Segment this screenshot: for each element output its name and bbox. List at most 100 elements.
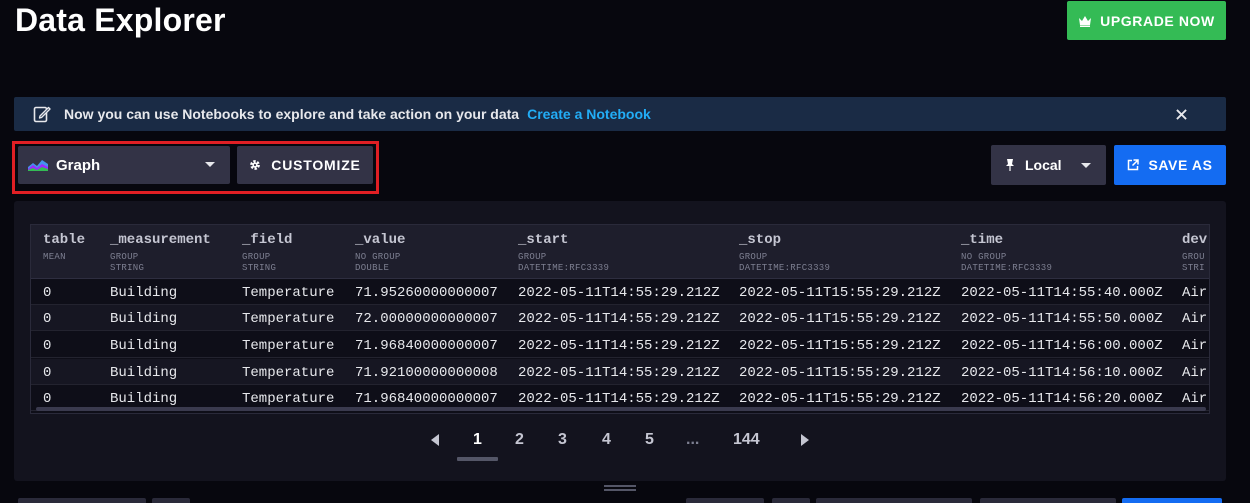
column-type: DATETIME:RFC3339 xyxy=(961,263,1053,273)
customize-label: CUSTOMIZE xyxy=(271,157,361,173)
table-row: 0 Building Temperature 71.92100000000008… xyxy=(31,359,1209,385)
edit-note-icon xyxy=(33,105,51,123)
bottom-control[interactable] xyxy=(816,498,972,503)
column-group: GROUP xyxy=(518,252,547,262)
bottom-control[interactable] xyxy=(686,498,764,503)
table-cell: 71.96840000000007 xyxy=(355,338,498,354)
upgrade-now-button[interactable]: UPGRADE NOW xyxy=(1067,1,1226,40)
column-type: STRING xyxy=(110,263,145,273)
table-cell: 2022-05-11T14:55:50.000Z xyxy=(961,311,1163,327)
column-header[interactable]: dev xyxy=(1182,232,1207,248)
table-cell: 0 xyxy=(43,285,52,301)
table-cell: Air( xyxy=(1182,391,1209,407)
column-group: GROU xyxy=(1182,252,1205,262)
column-group: GROUP xyxy=(242,252,271,262)
table-cell: Building xyxy=(110,365,178,381)
table-cell: Temperature xyxy=(242,365,335,381)
table-cell: 2022-05-11T14:55:29.212Z xyxy=(518,365,720,381)
table-header: table MEAN _measurement GROUP STRING _fi… xyxy=(31,225,1209,279)
column-header[interactable]: table xyxy=(43,232,85,248)
column-type: DOUBLE xyxy=(355,263,390,273)
table-cell: 0 xyxy=(43,391,52,407)
save-as-label: SAVE AS xyxy=(1148,157,1213,173)
column-group: GROUP xyxy=(110,252,139,262)
customize-button[interactable]: CUSTOMIZE xyxy=(237,146,373,184)
pagination: 1 2 3 4 5 ... 144 xyxy=(423,426,823,461)
chevron-down-icon xyxy=(205,162,215,167)
notebooks-banner: Now you can use Notebooks to explore and… xyxy=(14,97,1226,131)
save-as-button[interactable]: SAVE AS xyxy=(1114,145,1226,185)
table-cell: Building xyxy=(110,391,178,407)
bottom-control[interactable] xyxy=(980,498,1116,503)
next-page-icon[interactable] xyxy=(801,434,809,446)
query-builder-tab[interactable] xyxy=(18,498,146,503)
table-cell: 0 xyxy=(43,338,52,354)
submit-button[interactable] xyxy=(1122,498,1222,503)
active-page-indicator xyxy=(457,457,498,461)
table-cell: 2022-05-11T15:55:29.212Z xyxy=(739,311,941,327)
export-icon xyxy=(1127,159,1140,171)
table-cell: 71.96840000000007 xyxy=(355,391,498,407)
column-group: GROUP xyxy=(739,252,768,262)
page-button-3[interactable]: 3 xyxy=(558,431,567,449)
table-cell: 2022-05-11T15:55:29.212Z xyxy=(739,338,941,354)
close-icon[interactable] xyxy=(1173,106,1189,122)
upgrade-now-label: UPGRADE NOW xyxy=(1100,12,1215,29)
column-group: NO GROUP xyxy=(961,252,1007,262)
page-button-last[interactable]: 144 xyxy=(733,431,760,449)
table-row: 0 Building Temperature 71.95260000000007… xyxy=(31,279,1209,305)
column-header[interactable]: _field xyxy=(242,232,292,248)
table-cell: Building xyxy=(110,338,178,354)
page-button-4[interactable]: 4 xyxy=(602,431,611,449)
chevron-down-icon xyxy=(1081,163,1091,168)
previous-page-icon[interactable] xyxy=(431,434,439,446)
column-type: DATETIME:RFC3339 xyxy=(739,263,831,273)
column-header[interactable]: _value xyxy=(355,232,405,248)
table-cell: 2022-05-11T14:56:00.000Z xyxy=(961,338,1163,354)
table-cell: Air( xyxy=(1182,311,1209,327)
table-cell: Air( xyxy=(1182,365,1209,381)
column-type: STRING xyxy=(242,263,277,273)
resize-handle[interactable] xyxy=(604,485,636,491)
column-header[interactable]: _start xyxy=(518,232,568,248)
create-notebook-link[interactable]: Create a Notebook xyxy=(527,106,651,122)
table-cell: 71.95260000000007 xyxy=(355,285,498,301)
raw-data-table[interactable]: table MEAN _measurement GROUP STRING _fi… xyxy=(30,224,1210,414)
table-cell: Temperature xyxy=(242,311,335,327)
editor-tab[interactable] xyxy=(152,498,190,503)
column-type: STRI xyxy=(1182,263,1205,273)
table-cell: 2022-05-11T14:56:20.000Z xyxy=(961,391,1163,407)
bottom-control[interactable] xyxy=(772,498,810,503)
gear-icon xyxy=(249,159,261,171)
horizontal-scrollbar[interactable] xyxy=(36,407,1206,411)
table-row: 0 Building Temperature 71.96840000000007… xyxy=(31,332,1209,358)
table-row: 0 Building Temperature 72.00000000000007… xyxy=(31,305,1209,331)
table-cell: Building xyxy=(110,311,178,327)
column-type: DATETIME:RFC3339 xyxy=(518,263,610,273)
timezone-label: Local xyxy=(1025,157,1062,173)
page-button-1[interactable]: 1 xyxy=(473,431,482,449)
table-cell: 2022-05-11T15:55:29.212Z xyxy=(739,391,941,407)
table-cell: 2022-05-11T14:55:29.212Z xyxy=(518,338,720,354)
table-cell: 0 xyxy=(43,365,52,381)
column-header[interactable]: _stop xyxy=(739,232,781,248)
column-header[interactable]: _time xyxy=(961,232,1003,248)
table-cell: 2022-05-11T15:55:29.212Z xyxy=(739,365,941,381)
visualization-type-dropdown[interactable]: Graph xyxy=(18,146,230,184)
table-cell: Air( xyxy=(1182,285,1209,301)
timezone-dropdown[interactable]: Local xyxy=(991,145,1106,185)
page-button-2[interactable]: 2 xyxy=(515,431,524,449)
table-cell: 2022-05-11T14:55:29.212Z xyxy=(518,391,720,407)
table-cell: 2022-05-11T14:55:40.000Z xyxy=(961,285,1163,301)
graph-icon xyxy=(28,157,48,173)
page-button-5[interactable]: 5 xyxy=(645,431,654,449)
column-header[interactable]: _measurement xyxy=(110,232,211,248)
table-cell: 2022-05-11T14:55:29.212Z xyxy=(518,285,720,301)
column-group: NO GROUP xyxy=(355,252,401,262)
table-cell: 2022-05-11T14:56:10.000Z xyxy=(961,365,1163,381)
column-group: MEAN xyxy=(43,252,66,262)
page-ellipsis: ... xyxy=(686,431,700,448)
visualization-type-label: Graph xyxy=(56,156,101,174)
table-cell: 2022-05-11T15:55:29.212Z xyxy=(739,285,941,301)
table-cell: 2022-05-11T14:55:29.212Z xyxy=(518,311,720,327)
